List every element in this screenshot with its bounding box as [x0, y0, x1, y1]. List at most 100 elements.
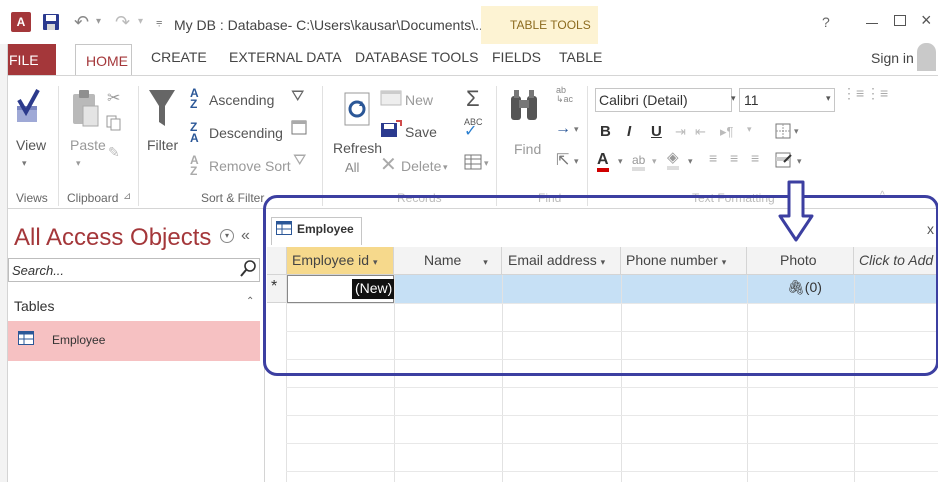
remove-sort-icon[interactable]: AZ — [190, 154, 199, 177]
view-icon[interactable] — [14, 86, 40, 126]
maximize-button[interactable] — [894, 15, 906, 26]
toggle-filter-icon[interactable]: ⛛ — [293, 152, 306, 170]
spelling-icon[interactable]: ABC ✓ — [464, 118, 483, 140]
redo-icon[interactable]: ↷ — [115, 12, 130, 33]
paste-button-label[interactable]: Paste — [70, 137, 106, 153]
table-icon — [18, 331, 34, 345]
cut-icon[interactable]: ✂ — [107, 88, 120, 108]
delete-record-label[interactable]: Delete — [401, 158, 441, 174]
save-record-icon[interactable] — [380, 120, 402, 138]
filter-button-label[interactable]: Filter — [147, 137, 178, 153]
clipboard-launcher-icon[interactable]: ⊿ — [123, 191, 131, 202]
increase-indent-icon[interactable]: ⇥ — [675, 124, 686, 140]
delete-dropdown-icon[interactable]: ▾ — [443, 162, 448, 173]
undo-dropdown-icon[interactable]: ▾ — [96, 16, 101, 27]
fill-color-dropdown-icon[interactable]: ▾ — [688, 156, 693, 167]
font-color-dropdown-icon[interactable]: ▾ — [618, 156, 623, 167]
new-record-icon[interactable] — [380, 90, 402, 106]
font-size-dropdown-icon[interactable]: ▾ — [826, 93, 831, 104]
paragraph-dropdown-icon[interactable]: ▾ — [747, 124, 752, 135]
bullets-icon[interactable]: ⋮≡ — [842, 86, 864, 100]
format-painter-icon[interactable]: ✎ — [108, 144, 120, 161]
highlight-color-icon[interactable]: ab — [632, 153, 646, 171]
collapse-section-icon[interactable]: ⌃ — [246, 296, 254, 307]
descending-label[interactable]: Descending — [209, 125, 283, 141]
new-record-label[interactable]: New — [405, 92, 433, 108]
font-size-select[interactable]: 11 — [739, 88, 835, 112]
refresh-all-label[interactable]: All — [345, 160, 359, 175]
alternate-row-color-icon[interactable] — [775, 152, 793, 168]
align-center-icon[interactable]: ≡ — [730, 150, 738, 166]
copy-icon[interactable] — [106, 115, 122, 131]
save-record-label[interactable]: Save — [405, 124, 437, 140]
shutter-bar-button[interactable]: « — [241, 227, 250, 245]
selection-filter-icon[interactable]: ⛛ — [291, 88, 304, 106]
tab-fields[interactable]: FIELDS — [492, 49, 541, 65]
underline-button[interactable]: U — [651, 123, 662, 140]
minimize-button[interactable] — [866, 23, 878, 24]
tab-create[interactable]: CREATE — [151, 49, 207, 65]
replace-icon[interactable]: ab ↳ac — [556, 86, 573, 104]
numbering-icon[interactable]: ⋮≡ — [866, 86, 888, 100]
gridlines-icon[interactable] — [775, 123, 791, 139]
redo-dropdown-icon[interactable]: ▾ — [138, 16, 143, 27]
search-icon[interactable] — [240, 259, 258, 279]
close-window-button[interactable]: × — [921, 10, 932, 31]
font-name-dropdown-icon[interactable]: ▾ — [731, 93, 736, 104]
italic-button[interactable]: I — [627, 123, 631, 140]
delete-record-icon[interactable]: ✕ — [380, 152, 397, 177]
filter-icon[interactable] — [148, 88, 176, 130]
decrease-indent-icon[interactable]: ⇤ — [695, 124, 706, 140]
tab-database-tools[interactable]: DATABASE TOOLS — [355, 49, 478, 65]
undo-icon[interactable]: ↶ — [74, 12, 89, 33]
more-records-icon[interactable] — [464, 154, 482, 170]
nav-pane-title[interactable]: All Access Objects — [14, 224, 211, 252]
refresh-label[interactable]: Refresh — [333, 140, 382, 156]
search-placeholder: Search... — [12, 263, 65, 278]
select-dropdown-icon[interactable]: ▾ — [574, 156, 579, 167]
go-to-dropdown-icon[interactable]: ▾ — [574, 124, 579, 135]
align-right-icon[interactable]: ≡ — [751, 150, 759, 166]
gridlines-dropdown-icon[interactable]: ▾ — [794, 126, 799, 137]
nav-item-employee[interactable] — [8, 321, 260, 361]
nav-pane-menu-icon[interactable]: ▾ — [220, 229, 234, 243]
paragraph-icon[interactable]: ▸¶ — [720, 124, 734, 140]
group-separator — [58, 86, 59, 206]
find-label[interactable]: Find — [514, 141, 541, 157]
font-name-select[interactable]: Calibri (Detail) — [595, 88, 732, 112]
font-color-icon[interactable]: A — [597, 152, 609, 172]
highlight-dropdown-icon[interactable]: ▾ — [652, 156, 657, 167]
binoculars-icon[interactable] — [509, 88, 539, 124]
fill-color-icon[interactable]: ◈ — [667, 150, 679, 170]
alt-row-dropdown-icon[interactable]: ▾ — [797, 156, 802, 167]
customize-toolbar-icon[interactable]: ⩦ — [156, 16, 162, 29]
tab-home[interactable]: HOME — [75, 44, 132, 76]
tab-file[interactable]: FILE — [0, 44, 56, 76]
align-left-icon[interactable]: ≡ — [709, 150, 717, 166]
user-avatar-icon[interactable] — [917, 43, 936, 71]
help-button[interactable]: ? — [822, 14, 830, 30]
sign-in-link[interactable]: Sign in — [871, 50, 914, 66]
ascending-label[interactable]: Ascending — [209, 92, 274, 108]
window-left-edge — [0, 44, 8, 482]
refresh-icon[interactable] — [344, 92, 370, 126]
go-to-icon[interactable]: → — [555, 120, 571, 138]
tables-section-label: Tables — [14, 298, 55, 314]
view-button-label[interactable]: View — [16, 137, 46, 153]
paste-icon[interactable] — [70, 88, 100, 130]
grid-line — [286, 415, 938, 416]
advanced-filter-icon[interactable] — [291, 120, 309, 136]
descending-icon[interactable]: ZA — [190, 121, 199, 144]
tab-external-data[interactable]: EXTERNAL DATA — [229, 49, 342, 65]
remove-sort-label[interactable]: Remove Sort — [209, 158, 291, 174]
save-icon[interactable] — [42, 13, 60, 31]
tab-table[interactable]: TABLE — [559, 49, 602, 65]
paste-dropdown-icon[interactable]: ▾ — [76, 158, 81, 169]
group-separator — [496, 86, 497, 206]
totals-icon[interactable]: Σ — [466, 86, 480, 112]
more-records-dropdown-icon[interactable]: ▾ — [484, 158, 489, 169]
view-dropdown-icon[interactable]: ▾ — [22, 158, 27, 169]
ascending-icon[interactable]: AZ — [190, 87, 199, 110]
bold-button[interactable]: B — [600, 123, 611, 140]
select-icon[interactable]: ⇱ — [556, 150, 569, 170]
